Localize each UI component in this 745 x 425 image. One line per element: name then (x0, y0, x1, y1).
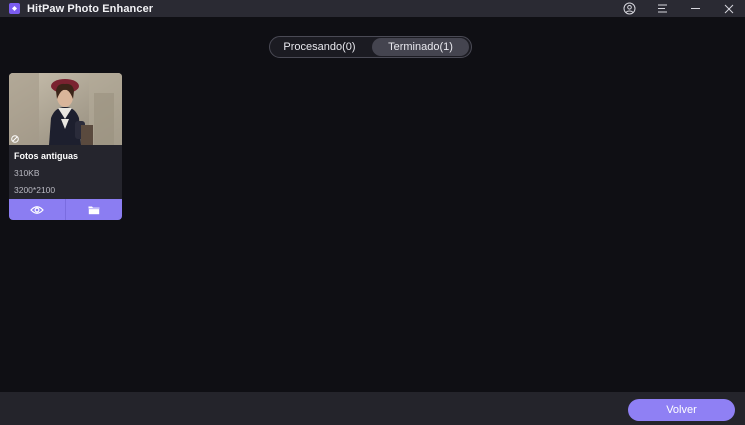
window-controls (613, 0, 745, 17)
open-folder-icon[interactable] (65, 199, 122, 220)
photo-thumbnail[interactable] (9, 73, 122, 145)
result-card: Fotos antiguas 310KB 3200*2100 (9, 73, 122, 220)
tab-processing[interactable]: Procesando(0) (271, 38, 368, 56)
tab-finished[interactable]: Terminado(1) (372, 38, 469, 56)
back-button[interactable]: Volver (628, 399, 735, 421)
preview-eye-icon[interactable] (9, 199, 65, 220)
title-bar: HitPaw Photo Enhancer (0, 0, 745, 17)
menu-icon[interactable] (646, 0, 679, 17)
minimize-icon[interactable] (679, 0, 712, 17)
status-tabs: Procesando(0) Terminado(1) (269, 36, 472, 58)
logo-icon (8, 2, 21, 15)
card-actions (9, 199, 122, 220)
app-window: HitPaw Photo Enhancer Procesando(0) Term… (0, 0, 745, 425)
compare-badge-icon (11, 135, 19, 143)
file-name: Fotos antiguas (14, 151, 79, 161)
bottom-bar: Volver (0, 392, 745, 425)
file-dimensions: 3200*2100 (14, 185, 56, 195)
account-icon[interactable] (613, 0, 646, 17)
file-size: 310KB (14, 168, 40, 178)
app-title: HitPaw Photo Enhancer (27, 2, 154, 15)
close-icon[interactable] (712, 0, 745, 17)
